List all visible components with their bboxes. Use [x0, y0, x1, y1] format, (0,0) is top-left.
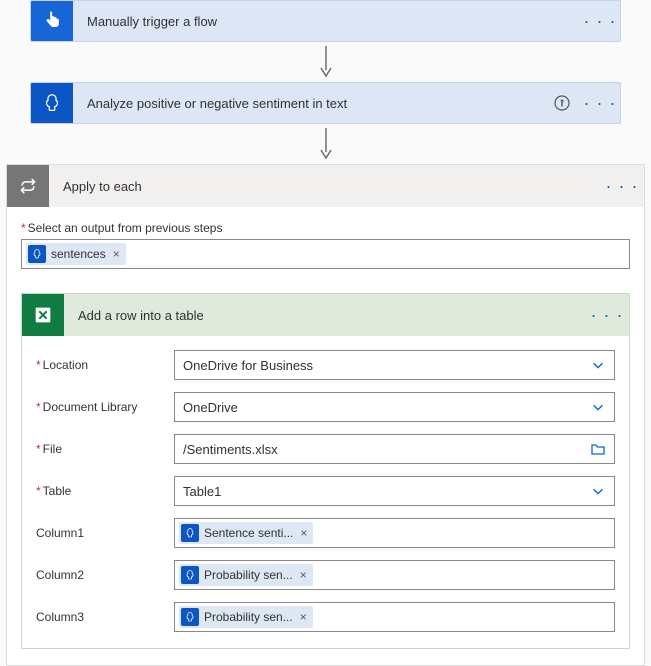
- dynamic-token[interactable]: Sentence senti... ×: [179, 522, 313, 544]
- excel-add-row-card: Add a row into a table · · · *Location O…: [21, 293, 630, 649]
- excel-icon: [22, 294, 64, 336]
- foreach-input-label: *Select an output from previous steps: [21, 221, 630, 235]
- table-select[interactable]: Table1: [174, 476, 615, 506]
- step-analyze-sentiment[interactable]: Analyze positive or negative sentiment i…: [30, 82, 621, 124]
- token-remove[interactable]: ×: [298, 568, 307, 582]
- connector-arrow: [6, 42, 645, 82]
- doclib-label: *Document Library: [36, 400, 162, 414]
- dynamic-token[interactable]: Probability sen... ×: [179, 564, 313, 586]
- token-remove[interactable]: ×: [298, 610, 307, 624]
- step-title: Manually trigger a flow: [73, 14, 580, 29]
- dynamic-token[interactable]: Probability sen... ×: [179, 606, 313, 628]
- step-title: Analyze positive or negative sentiment i…: [73, 96, 544, 111]
- chevron-down-icon: [584, 484, 612, 498]
- step-menu-button[interactable]: · · ·: [580, 11, 620, 32]
- apply-to-each-container: Apply to each · · · *Select an output fr…: [6, 164, 645, 666]
- chevron-down-icon: [584, 358, 612, 372]
- connector-arrow: [6, 124, 645, 164]
- column1-input[interactable]: Sentence senti... ×: [174, 518, 615, 548]
- location-select[interactable]: OneDrive for Business: [174, 350, 615, 380]
- foreach-menu-button[interactable]: · · ·: [600, 176, 644, 197]
- info-icon[interactable]: [544, 95, 580, 111]
- column2-input[interactable]: Probability sen... ×: [174, 560, 615, 590]
- token-label: sentences: [51, 247, 106, 261]
- table-label: *Table: [36, 484, 162, 498]
- column1-label: Column1: [36, 526, 162, 540]
- doclib-select[interactable]: OneDrive: [174, 392, 615, 422]
- file-label: *File: [36, 442, 162, 456]
- step-menu-button[interactable]: · · ·: [580, 93, 620, 114]
- file-input[interactable]: /Sentiments.xlsx: [174, 434, 615, 464]
- dynamic-token[interactable]: sentences ×: [26, 243, 126, 265]
- excel-title: Add a row into a table: [64, 308, 585, 323]
- brain-icon: [31, 82, 73, 124]
- column3-label: Column3: [36, 610, 162, 624]
- column2-label: Column2: [36, 568, 162, 582]
- column3-input[interactable]: Probability sen... ×: [174, 602, 615, 632]
- token-remove[interactable]: ×: [298, 526, 307, 540]
- step-manually-trigger[interactable]: Manually trigger a flow · · ·: [30, 0, 621, 42]
- token-label: Sentence senti...: [204, 526, 293, 540]
- token-label: Probability sen...: [204, 568, 293, 582]
- token-remove[interactable]: ×: [111, 247, 120, 261]
- token-label: Probability sen...: [204, 610, 293, 624]
- loop-icon: [7, 165, 49, 207]
- tap-icon: [31, 0, 73, 42]
- foreach-output-input[interactable]: sentences ×: [21, 239, 630, 269]
- brain-icon: [181, 566, 199, 584]
- location-label: *Location: [36, 358, 162, 372]
- chevron-down-icon: [584, 400, 612, 414]
- brain-icon: [181, 608, 199, 626]
- foreach-title: Apply to each: [49, 179, 600, 194]
- folder-picker-icon[interactable]: [584, 441, 612, 457]
- brain-icon: [28, 245, 46, 263]
- excel-menu-button[interactable]: · · ·: [585, 305, 629, 326]
- apply-to-each-header[interactable]: Apply to each · · ·: [7, 165, 644, 207]
- brain-icon: [181, 524, 199, 542]
- excel-header[interactable]: Add a row into a table · · ·: [22, 294, 629, 336]
